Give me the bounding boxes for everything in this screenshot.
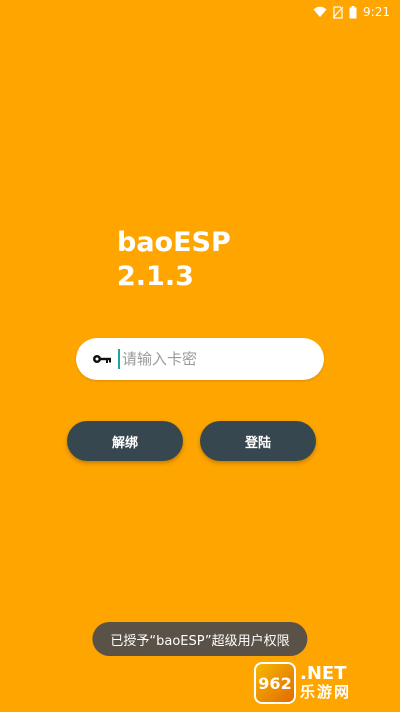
key-input-container[interactable] <box>76 338 324 380</box>
site-watermark: 962 .NET 乐游网 <box>254 658 394 708</box>
watermark-line1: .NET <box>300 663 347 684</box>
unbind-button-label: 解绑 <box>111 435 138 451</box>
app-name: baoESP <box>117 227 231 258</box>
app-title: baoESP 2.1.3 <box>117 226 231 294</box>
toast-message: 已授予“baoESP”超级用户权限 <box>92 622 308 656</box>
watermark-logo: 962 <box>254 662 296 704</box>
watermark-text: .NET 乐游网 <box>300 663 352 702</box>
unbind-button[interactable]: 解绑 <box>67 421 183 461</box>
status-bar: 9:21 <box>0 0 400 24</box>
status-time: 9:21 <box>363 5 390 19</box>
login-button-label: 登陆 <box>244 435 271 451</box>
no-sim-icon <box>333 5 344 19</box>
watermark-line2: 乐游网 <box>300 683 352 701</box>
key-input[interactable] <box>118 349 312 369</box>
wifi-icon <box>313 6 327 18</box>
login-button[interactable]: 登陆 <box>200 421 316 461</box>
key-icon <box>92 354 114 364</box>
app-version: 2.1.3 <box>117 261 194 292</box>
battery-icon <box>349 5 357 19</box>
